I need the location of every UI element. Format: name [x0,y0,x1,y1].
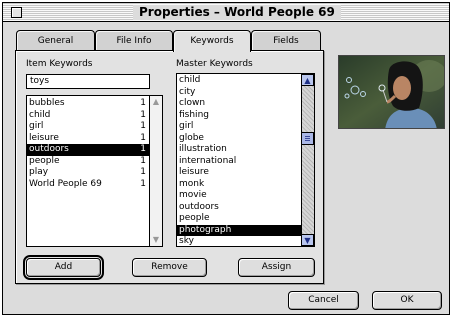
list-item[interactable]: sky [177,236,302,246]
keywords-panel: Item Keywords toys bubbles 1 child 1 girl 1… [15,50,324,284]
properties-window: Properties – World People 69 General Fil… [2,2,450,315]
window-title: Properties – World People 69 [133,5,341,20]
list-item[interactable]: bubbles 1 [27,98,150,110]
list-item[interactable]: leisure [177,167,302,179]
list-item[interactable]: girl 1 [27,121,150,133]
list-item[interactable]: monk [177,179,302,191]
remove-button[interactable]: Remove [132,258,207,277]
add-button[interactable]: Add [23,255,104,280]
title-bar[interactable]: Properties – World People 69 [3,3,449,22]
list-item[interactable]: leisure 1 [27,133,150,145]
list-item[interactable]: city [177,87,302,99]
list-item[interactable]: international [177,156,302,168]
master-keywords-scrollbar[interactable]: ▲ ▼ [301,74,314,246]
scroll-thumb[interactable] [301,132,314,145]
master-keywords-list[interactable]: child city clown fishing girl globe illu… [176,73,315,247]
list-item[interactable]: child 1 [27,110,150,122]
list-item[interactable]: child [177,75,302,87]
item-keywords-label: Item Keywords [26,59,93,69]
assign-button[interactable]: Assign [238,258,315,277]
up-arrow-icon[interactable]: ▲ [301,74,314,86]
master-keywords-label: Master Keywords [176,59,253,69]
down-arrow-icon[interactable]: ▼ [301,234,314,246]
list-item[interactable]: people [177,213,302,225]
list-item[interactable]: people 1 [27,156,150,168]
list-item-selected[interactable]: photograph [177,224,302,236]
tab-keywords[interactable]: Keywords [173,30,251,52]
close-box-icon[interactable] [11,7,22,18]
item-keywords-list[interactable]: bubbles 1 child 1 girl 1 leisure 1 outdoors 1… [26,95,163,247]
tab-file-info[interactable]: File Info [95,30,173,51]
image-thumbnail [338,55,445,129]
list-item-selected[interactable]: outdoors 1 [27,144,150,156]
cancel-button[interactable]: Cancel [288,291,359,310]
list-item[interactable]: globe [177,133,302,145]
tab-general[interactable]: General [16,30,95,51]
down-arrow-icon[interactable]: ▼ [150,234,162,246]
list-item[interactable]: outdoors [177,202,302,214]
list-item[interactable]: fishing [177,110,302,122]
tab-fields[interactable]: Fields [251,30,321,51]
item-keywords-scrollbar[interactable]: ▲ ▼ [149,96,162,246]
ok-button[interactable]: OK [372,291,442,310]
list-item[interactable]: movie [177,190,302,202]
list-item[interactable]: illustration [177,144,302,156]
list-item[interactable]: clown [177,98,302,110]
item-keyword-input[interactable]: toys [26,74,150,89]
list-item[interactable]: play 1 [27,167,150,179]
list-item[interactable]: World People 69 1 [27,179,150,191]
up-arrow-icon[interactable]: ▲ [150,96,162,108]
list-item[interactable]: girl [177,121,302,133]
